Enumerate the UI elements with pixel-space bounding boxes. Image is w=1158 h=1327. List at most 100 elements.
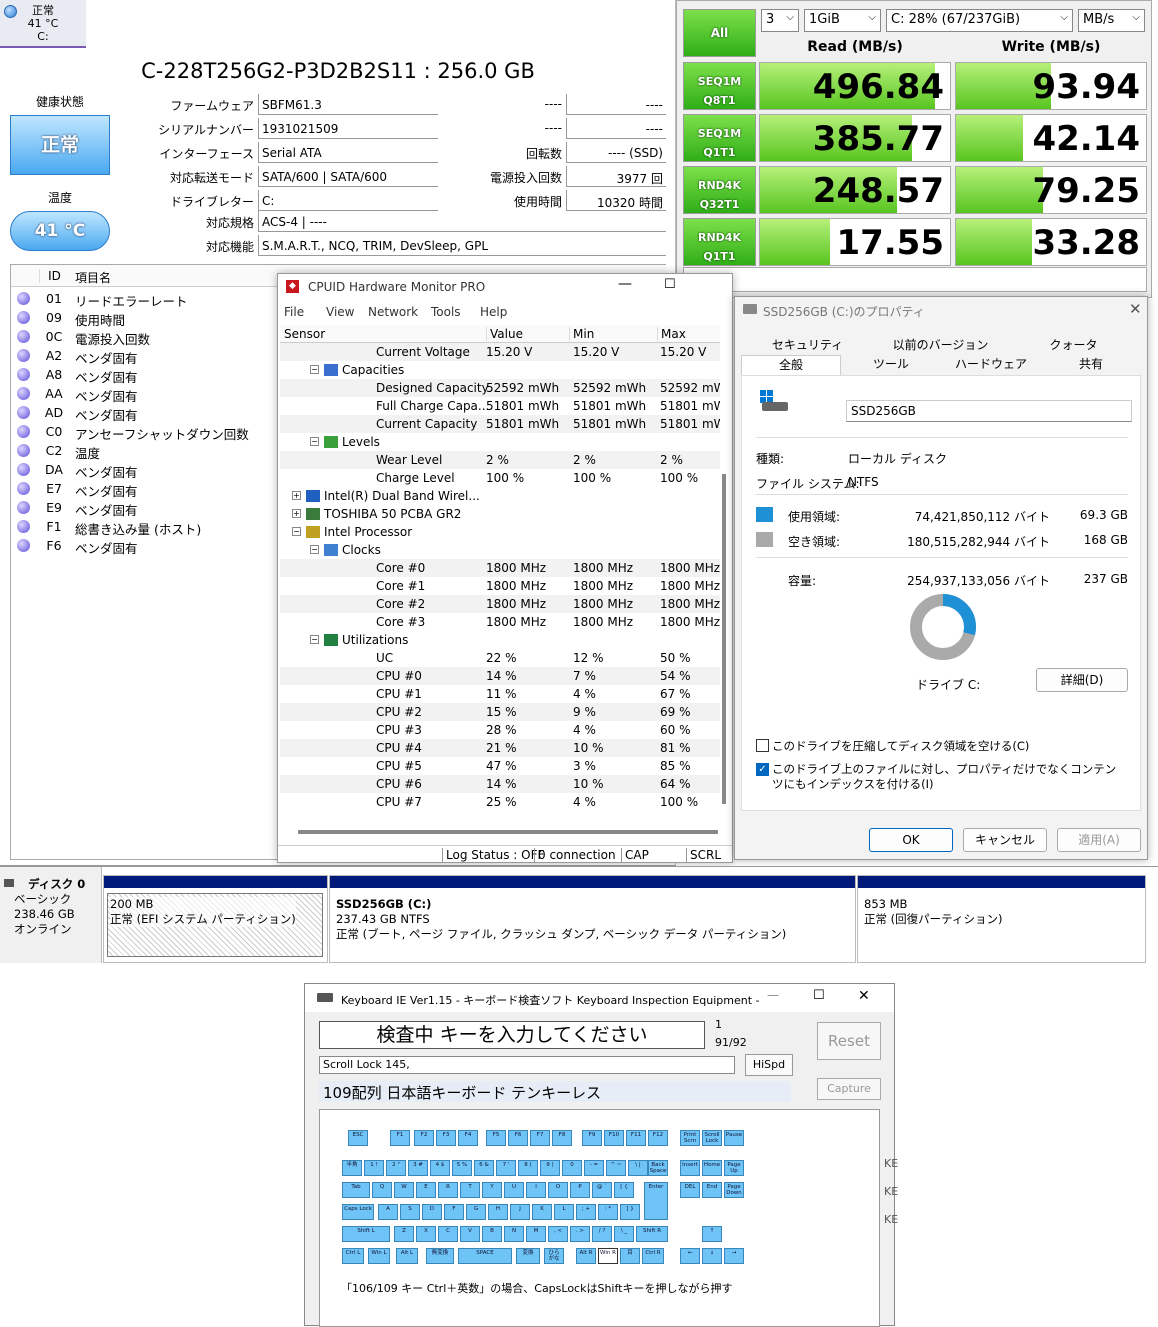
- key-2-16[interactable]: Page Down: [724, 1182, 744, 1198]
- key-4-4[interactable]: V: [460, 1226, 480, 1242]
- collapse-toggle-icon[interactable]: −: [310, 437, 319, 446]
- reset-button[interactable]: Reset: [817, 1022, 881, 1060]
- tab-bottom-3[interactable]: 共有: [1041, 355, 1141, 375]
- sensor-row[interactable]: CPU #7 25 % 4 % 100 %: [280, 793, 720, 811]
- key-4-10[interactable]: / ?: [592, 1226, 612, 1242]
- tab-bottom-1[interactable]: ツール: [841, 355, 941, 375]
- key-1-14[interactable]: Back Space: [648, 1160, 668, 1176]
- key-3-2[interactable]: S: [400, 1204, 420, 1220]
- key-0-10[interactable]: F10: [604, 1130, 624, 1146]
- key-2-11[interactable]: @ `: [592, 1182, 612, 1198]
- key-1-0[interactable]: 半角: [342, 1160, 362, 1176]
- drive-name-input[interactable]: SSD256GB: [846, 400, 1132, 422]
- key-3-7[interactable]: J: [510, 1204, 530, 1220]
- key-0-0[interactable]: ESC: [348, 1130, 368, 1146]
- sensor-row[interactable]: Full Charge Capa... 51801 mWh 51801 mWh 518…: [280, 397, 720, 415]
- partition-c[interactable]: SSD256GB (C:) 237.43 GB NTFS 正常 (ブート, ページ …: [329, 875, 856, 963]
- key-2-8[interactable]: I: [526, 1182, 546, 1198]
- key-1-10[interactable]: 0: [562, 1160, 582, 1176]
- all-button[interactable]: All: [683, 9, 756, 57]
- collapse-toggle-icon[interactable]: −: [310, 635, 319, 644]
- collapse-toggle-icon[interactable]: −: [292, 527, 301, 536]
- key-1-12[interactable]: ^ ~: [606, 1160, 626, 1176]
- key-1-16[interactable]: Home: [702, 1160, 722, 1176]
- key-4-1[interactable]: Z: [394, 1226, 414, 1242]
- compress-checkbox[interactable]: [756, 739, 769, 752]
- key-5-3[interactable]: 無変換: [426, 1248, 454, 1264]
- key-4-12[interactable]: Shift R: [636, 1226, 668, 1242]
- key-5-12[interactable]: ↓: [702, 1248, 722, 1264]
- test-button-rnd4k-q1t1[interactable]: RND4K Q1T1: [683, 218, 756, 266]
- sensor-row[interactable]: CPU #2 15 % 9 % 69 %: [280, 703, 720, 721]
- sensor-row[interactable]: Core #1 1800 MHz 1800 MHz 1800 MHz: [280, 577, 720, 595]
- health-status-button[interactable]: 正常: [10, 115, 110, 175]
- tab-bottom-2[interactable]: ハードウェア: [941, 355, 1041, 375]
- sensor-row[interactable]: − Levels: [280, 433, 720, 451]
- key-1-11[interactable]: - =: [584, 1160, 604, 1176]
- details-button[interactable]: 詳細(D): [1036, 668, 1128, 692]
- unit-select[interactable]: MB/s ⌵: [1078, 9, 1145, 32]
- sensor-row[interactable]: − Clocks: [280, 541, 720, 559]
- test-button-seq1m-q8t1[interactable]: SEQ1M Q8T1: [683, 62, 756, 110]
- tab-bottom-0[interactable]: 全般: [741, 355, 841, 377]
- key-0-5[interactable]: F5: [486, 1130, 506, 1146]
- collapse-toggle-icon[interactable]: −: [310, 545, 319, 554]
- temperature-button[interactable]: 41 °C: [10, 211, 110, 251]
- key-5-4[interactable]: SPACE: [458, 1248, 512, 1264]
- key-2-3[interactable]: E: [416, 1182, 436, 1198]
- key-5-10[interactable]: Ctrl R: [642, 1248, 664, 1264]
- key-1-15[interactable]: Insert: [680, 1160, 700, 1176]
- sensor-row[interactable]: Core #0 1800 MHz 1800 MHz 1800 MHz: [280, 559, 720, 577]
- apply-button[interactable]: 適用(A): [1057, 828, 1141, 852]
- sensor-row[interactable]: CPU #4 21 % 10 % 81 %: [280, 739, 720, 757]
- key-1-17[interactable]: Page Up: [724, 1160, 744, 1176]
- sensor-row[interactable]: UC 22 % 12 % 50 %: [280, 649, 720, 667]
- tab-0[interactable]: セキュリティ: [741, 336, 874, 356]
- key-3-6[interactable]: H: [488, 1204, 508, 1220]
- key-0-9[interactable]: F9: [582, 1130, 602, 1146]
- maximize-icon[interactable]: ☐: [813, 988, 825, 1003]
- key-2-13[interactable]: Enter: [644, 1182, 668, 1220]
- key-1-9[interactable]: 9 ): [540, 1160, 560, 1176]
- partition-efi[interactable]: 200 MB 正常 (EFI システム パーティション): [103, 875, 328, 963]
- key-1-4[interactable]: 4 $: [430, 1160, 450, 1176]
- key-2-4[interactable]: R: [438, 1182, 458, 1198]
- sensor-row[interactable]: CPU #5 47 % 3 % 85 %: [280, 757, 720, 775]
- key-0-14[interactable]: Scroll Lock: [702, 1130, 722, 1146]
- col-min[interactable]: Min: [569, 327, 594, 341]
- expand-toggle-icon[interactable]: +: [292, 491, 301, 500]
- key-4-6[interactable]: N: [504, 1226, 524, 1242]
- minimize-icon[interactable]: —: [618, 276, 632, 292]
- sensor-row[interactable]: − Capacities: [280, 361, 720, 379]
- key-1-13[interactable]: \ |: [628, 1160, 648, 1176]
- key-2-5[interactable]: T: [460, 1182, 480, 1198]
- key-0-12[interactable]: F12: [648, 1130, 668, 1146]
- key-2-10[interactable]: P: [570, 1182, 590, 1198]
- col-value[interactable]: Value: [486, 327, 523, 341]
- close-icon[interactable]: ✕: [1129, 300, 1142, 318]
- key-3-4[interactable]: F: [444, 1204, 464, 1220]
- key-3-0[interactable]: Caps Lock: [342, 1204, 374, 1220]
- key-5-9[interactable]: 目: [620, 1248, 640, 1264]
- sensor-row[interactable]: Designed Capacity 52592 mWh 52592 mWh 52592…: [280, 379, 720, 397]
- horizontal-scrollbar[interactable]: [298, 830, 718, 834]
- key-2-15[interactable]: End: [702, 1182, 722, 1198]
- key-0-11[interactable]: F11: [626, 1130, 646, 1146]
- tab-1[interactable]: 以前のバージョン: [874, 336, 1007, 356]
- key-1-2[interactable]: 2 ": [386, 1160, 406, 1176]
- sensor-row[interactable]: + Intel(R) Dual Band Wirel...: [280, 487, 720, 505]
- key-4-7[interactable]: M: [526, 1226, 546, 1242]
- sensor-row[interactable]: − Intel Processor: [280, 523, 720, 541]
- key-2-9[interactable]: O: [548, 1182, 568, 1198]
- key-2-14[interactable]: DEL: [680, 1182, 700, 1198]
- key-2-0[interactable]: Tab: [342, 1182, 370, 1198]
- key-0-6[interactable]: F6: [508, 1130, 528, 1146]
- key-5-2[interactable]: Alt L: [396, 1248, 418, 1264]
- key-0-7[interactable]: F7: [530, 1130, 550, 1146]
- comment-field[interactable]: [683, 267, 1147, 292]
- tab-2[interactable]: クォータ: [1007, 336, 1140, 356]
- key-0-1[interactable]: F1: [390, 1130, 410, 1146]
- partition-recovery[interactable]: 853 MB 正常 (回復パーティション): [857, 875, 1146, 963]
- key-3-3[interactable]: D: [422, 1204, 442, 1220]
- key-1-8[interactable]: 8 (: [518, 1160, 538, 1176]
